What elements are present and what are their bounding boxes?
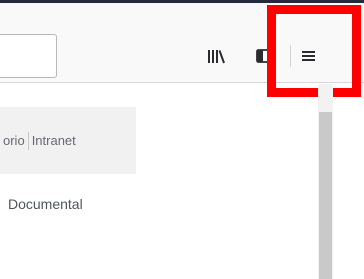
site-nav-bar: orio Intranet xyxy=(0,107,136,174)
browser-toolbar xyxy=(0,3,364,83)
hamburger-menu-icon xyxy=(302,51,315,61)
scrollbar-thumb[interactable] xyxy=(319,112,332,279)
nav-item-intranet[interactable]: Intranet xyxy=(29,133,79,148)
library-icon xyxy=(208,50,225,64)
library-button[interactable] xyxy=(199,37,233,75)
url-bar[interactable] xyxy=(0,34,57,78)
sidebar-icon xyxy=(256,49,274,63)
toolbar-separator xyxy=(290,45,291,67)
sidebar-toggle-button[interactable] xyxy=(248,37,282,75)
nav-item-directorio[interactable]: orio xyxy=(0,133,28,148)
gestion-documental-link[interactable]: Documental xyxy=(8,196,83,212)
open-menu-button[interactable] xyxy=(292,37,326,75)
